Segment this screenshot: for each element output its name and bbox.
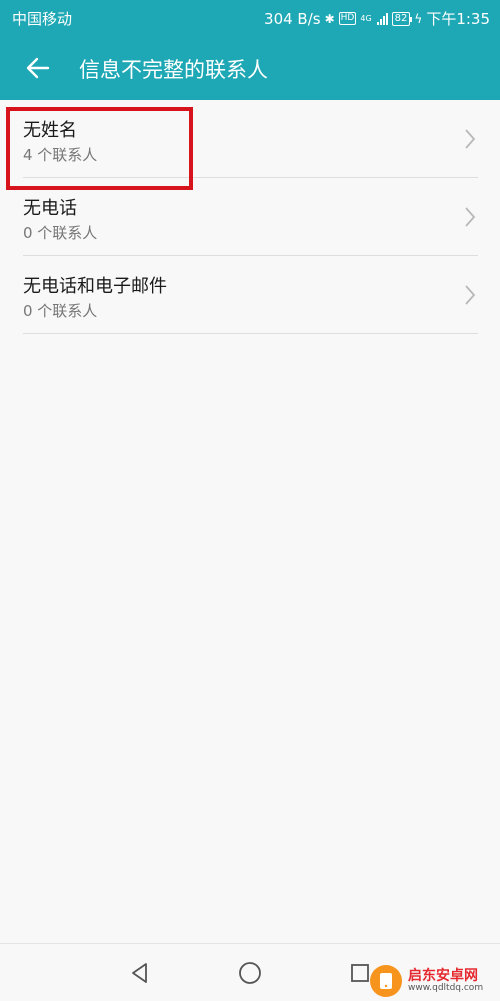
square-recents-icon [351,964,369,982]
watermark-logo-icon [370,965,402,997]
list-item-no-phone-email[interactable]: 无电话和电子邮件 0 个联系人 [0,256,500,334]
triangle-back-icon [132,963,147,983]
hd-badge: HD [338,12,357,25]
battery-icon: 82 [391,11,413,26]
network-speed: 304 B/s [264,9,321,28]
item-count: 0 个联系人 [23,302,98,320]
item-label: 无电话 [23,198,77,219]
item-count: 4 个联系人 [23,146,98,164]
circle-home-icon [239,962,261,984]
list-item-no-phone[interactable]: 无电话 0 个联系人 [0,178,500,256]
page-title: 信息不完整的联系人 [79,58,268,82]
app-bar: 信息不完整的联系人 [0,36,500,100]
chevron-right-icon [465,207,476,227]
status-bar: 中国移动 304 B/s ✱ HD 4G 82 ϟ 下午1:35 [0,0,500,36]
status-icons: 304 B/s ✱ HD 4G 82 ϟ 下午1:35 [264,8,490,29]
charging-icon: ϟ [414,11,423,26]
item-count: 0 个联系人 [23,224,98,242]
list-item-no-name[interactable]: 无姓名 4 个联系人 [0,100,500,178]
nav-back-button[interactable] [125,959,155,987]
nav-home-button[interactable] [235,959,265,987]
arrow-left-icon [26,57,50,79]
clock: 下午1:35 [426,10,490,28]
back-button[interactable] [18,48,58,88]
chevron-right-icon [465,285,476,305]
signal-icon [376,12,388,25]
item-label: 无电话和电子邮件 [23,276,167,297]
watermark-url: www.qdltdq.com [408,982,484,993]
watermark: 启东安卓网 www.qdltdq.com [370,965,483,997]
carrier-name: 中国移动 [12,10,73,28]
watermark-name: 启东安卓网 [408,967,478,984]
incomplete-contacts-list: 无姓名 4 个联系人 无电话 0 个联系人 无电话和电子邮件 0 个联系人 [0,100,500,334]
network-type: 4G [360,13,372,23]
item-label: 无姓名 [23,120,77,141]
bluetooth-icon: ✱ [324,11,335,26]
chevron-right-icon [465,129,476,149]
divider [23,333,478,334]
